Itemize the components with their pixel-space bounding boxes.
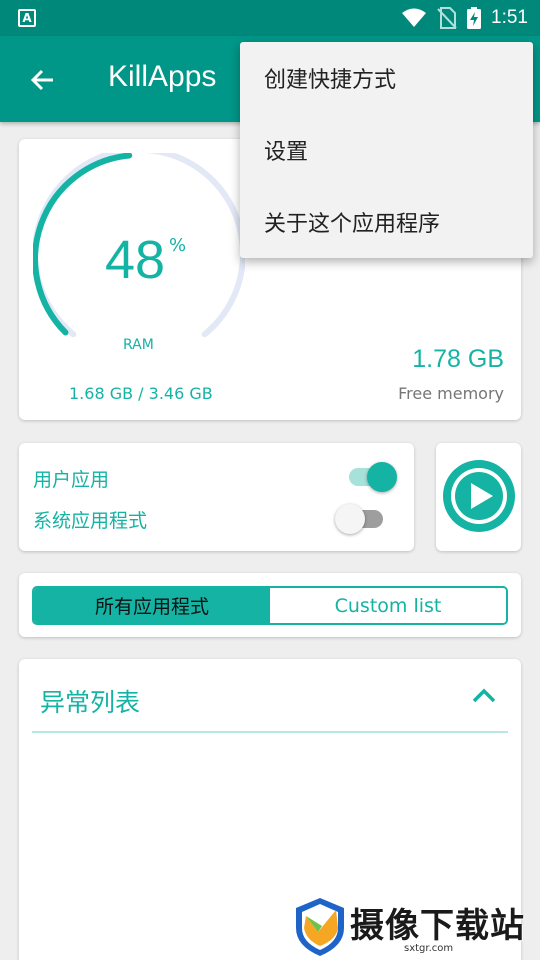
app-list-segment-card: 所有应用程式 Custom list [19,573,521,637]
app-type-toggles: 用户应用 系统应用程式 [19,443,414,551]
status-app-icon: A [18,9,36,27]
tab-all-apps[interactable]: 所有应用程式 [34,588,270,623]
watermark-logo-icon [296,898,344,956]
status-time: 1:51 [491,7,528,28]
switch-knob [335,504,365,534]
overflow-menu: 创建快捷方式 设置 关于这个应用程序 [240,42,533,258]
system-apps-switch[interactable] [335,504,383,534]
menu-item-about[interactable]: 关于这个应用程序 [240,186,533,258]
no-sim-icon [437,7,457,29]
back-button[interactable] [22,60,62,100]
arrow-back-icon [30,69,53,91]
free-memory-label: Free memory [398,384,504,403]
user-apps-switch[interactable] [349,462,397,492]
app-list-segment: 所有应用程式 Custom list [32,586,508,625]
menu-item-settings[interactable]: 设置 [240,114,533,186]
user-apps-label: 用户应用 [33,469,110,491]
free-memory-value: 1.78 GB [412,345,504,373]
app-title: KillApps [108,60,217,93]
kill-apps-button[interactable] [436,443,521,551]
exception-list-title: 异常列表 [40,688,141,717]
battery-charging-icon [467,7,482,29]
switch-knob [367,462,397,492]
system-apps-label: 系统应用程式 [33,510,148,532]
ram-percent-sign: % [169,235,187,256]
watermark-text: 摄像下载站 [350,906,525,946]
ram-label: RAM [123,337,154,353]
wifi-icon [402,8,427,27]
divider [32,731,508,733]
watermark-url: sxtgr.com [404,943,454,954]
tab-custom-list[interactable]: Custom list [270,588,506,623]
ram-used-text: 1.68 GB / 3.46 GB [69,384,213,403]
ram-percent: 48 [105,230,166,290]
watermark: 摄像下载站 sxtgr.com [292,894,540,960]
menu-item-create-shortcut[interactable]: 创建快捷方式 [240,42,533,114]
chevron-up-icon[interactable] [471,686,497,704]
status-bar: A 1:51 [0,0,540,36]
play-circle-icon [443,460,515,532]
